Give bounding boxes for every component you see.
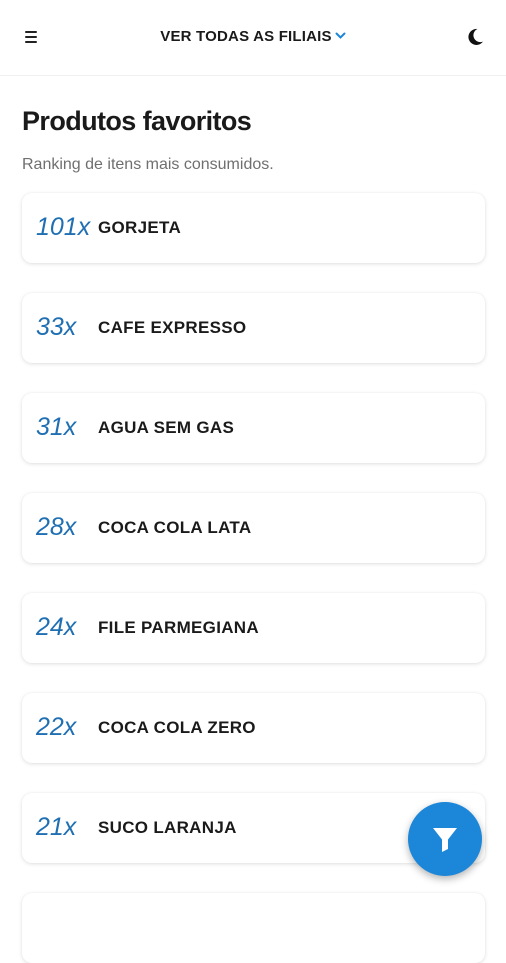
page-subtitle: Ranking de itens mais consumidos. [22, 156, 274, 173]
product-count: 21x [36, 813, 77, 841]
product-card[interactable]: 33x CAFE EXPRESSO [22, 293, 485, 363]
product-name: SUCO LARANJA [98, 818, 237, 837]
product-card[interactable]: 28x COCA COLA LATA [22, 493, 485, 563]
branch-selector[interactable]: VER TODAS AS FILIAIS [0, 28, 506, 45]
moon-icon[interactable] [464, 26, 486, 48]
product-count: 33x [36, 313, 77, 341]
product-name: CAFE EXPRESSO [98, 318, 247, 337]
product-name: FILE PARMEGIANA [98, 618, 259, 637]
product-card[interactable]: 24x FILE PARMEGIANA [22, 593, 485, 663]
product-card[interactable]: 31x AGUA SEM GAS [22, 393, 485, 463]
product-card[interactable]: 22x COCA COLA ZERO [22, 693, 485, 763]
product-name: GORJETA [98, 218, 182, 237]
chevron-down-icon [335, 27, 346, 44]
product-count: 22x [36, 713, 77, 741]
product-card[interactable] [22, 893, 485, 963]
app-header: VER TODAS AS FILIAIS [0, 0, 506, 76]
product-count: 31x [36, 413, 77, 441]
filter-button[interactable] [408, 802, 482, 876]
page-title: Produtos favoritos [22, 106, 252, 136]
branch-selector-label: VER TODAS AS FILIAIS [160, 28, 332, 45]
product-name: COCA COLA LATA [98, 518, 252, 537]
product-count: 24x [36, 613, 77, 641]
product-name: AGUA SEM GAS [98, 418, 235, 437]
product-name: COCA COLA ZERO [98, 718, 256, 737]
product-count: 28x [36, 513, 77, 541]
filter-icon [433, 828, 457, 852]
product-card[interactable]: 101x GORJETA [22, 193, 485, 263]
product-count: 101x [36, 213, 91, 241]
